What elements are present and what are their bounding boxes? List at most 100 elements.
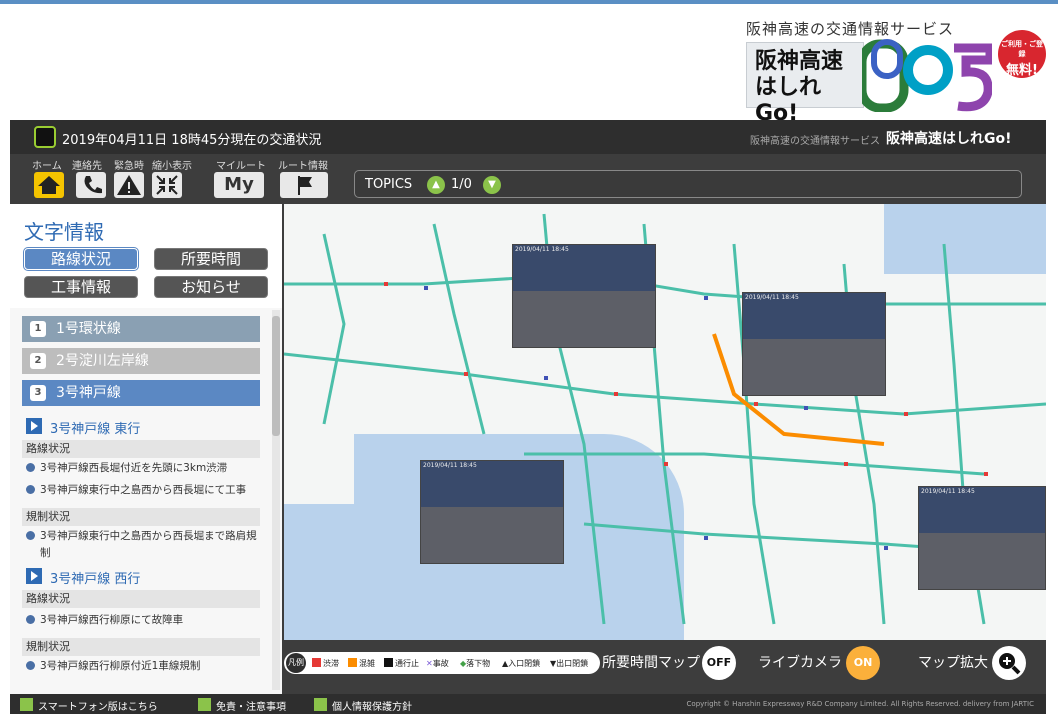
west-reg-item: 3号神戸線西行柳原付近1車線規制 xyxy=(22,658,260,675)
brand-tagline: 阪神高速の交通情報サービス xyxy=(746,20,955,38)
legend-swatch xyxy=(384,658,393,667)
direction-west-label: 3号神戸線 西行 xyxy=(50,572,141,587)
east-reg-item: 3号神戸線東行中之島西から西長堀まで路肩規制 xyxy=(22,528,260,562)
bullet-icon xyxy=(26,463,35,472)
legend-label: 落下物 xyxy=(466,659,491,668)
topics-label: TOPICS xyxy=(365,177,413,192)
legend-item: ▼出口閉鎖 xyxy=(550,658,588,669)
flag-icon xyxy=(298,176,312,195)
home-label: ホーム xyxy=(32,161,62,172)
home-button[interactable] xyxy=(34,172,64,198)
direction-east-heading[interactable]: 3号神戸線 東行 xyxy=(26,418,140,437)
camera-timestamp: 2019/04/11 18:45 xyxy=(921,488,975,495)
topics-up-icon[interactable]: ▲ xyxy=(427,176,445,194)
line-row-3[interactable]: 3 3号神戸線 xyxy=(22,380,260,406)
live-camera-toggle[interactable]: ON xyxy=(846,646,880,680)
camera-road xyxy=(743,338,885,395)
east-status-item: 3号神戸線東行中之島西から西長堀にて工事 xyxy=(22,482,260,499)
east-status-text: 3号神戸線西長堀付近を先頭に3km渋滞 xyxy=(40,462,228,474)
west-reg-title: 規制状況 xyxy=(22,638,260,656)
legend-swatch xyxy=(348,658,357,667)
route-info-button[interactable] xyxy=(280,172,328,198)
scrollbar-thumb[interactable] xyxy=(272,316,280,436)
smartphone-link[interactable]: スマートフォン版はこちら xyxy=(20,698,158,713)
travel-map-state: OFF xyxy=(706,656,732,669)
tab-travel-time[interactable]: 所要時間 xyxy=(154,248,268,270)
line-number-badge: 2 xyxy=(30,353,46,369)
bullet-icon xyxy=(26,531,35,540)
legend-label: 混雑 xyxy=(359,659,375,668)
emergency-label: 緊急時 xyxy=(114,161,144,172)
play-icon xyxy=(26,568,42,584)
reload-clock-icon[interactable] xyxy=(34,126,56,148)
legend-label: 事故 xyxy=(432,659,449,668)
privacy-link[interactable]: 個人情報保護方針 xyxy=(314,698,412,713)
tab-notices[interactable]: お知らせ xyxy=(154,276,268,298)
travel-map-label: 所要時間マップ xyxy=(602,655,700,671)
map-control-bar: 凡例 渋滞 混雑 通行止 ✕事故 ◆落下物 ▲入口閉鎖 ▼出口閉鎖 所要時間マッ… xyxy=(284,640,1046,692)
topics-down-icon[interactable]: ▼ xyxy=(483,176,501,194)
phone-icon xyxy=(84,176,102,194)
arrow-icon xyxy=(20,698,33,711)
live-camera-thumbnail[interactable]: 2019/04/11 18:45 xyxy=(742,292,886,396)
legend-item: 混雑 xyxy=(348,658,375,669)
panel-scrollbar[interactable] xyxy=(272,310,280,690)
east-status-item: 3号神戸線西長堀付近を先頭に3km渋滞 xyxy=(22,460,260,477)
disclaimer-link[interactable]: 免責・注意事項 xyxy=(198,698,286,713)
arrow-icon xyxy=(198,698,211,711)
travel-map-toggle[interactable]: OFF xyxy=(702,646,736,680)
play-icon xyxy=(26,418,42,434)
warning-icon xyxy=(117,175,141,195)
camera-road xyxy=(513,290,655,347)
hero-banner: 阪神高速の交通情報サービス 阪神高速 はしれGo! ご利用・ご登録 無料! xyxy=(0,4,1058,126)
legend-item: 通行止 xyxy=(384,658,419,669)
brand-name-line1: 阪神高速 xyxy=(755,49,844,74)
camera-road xyxy=(919,532,1045,589)
camera-timestamp: 2019/04/11 18:45 xyxy=(745,294,799,301)
copyright: Copyright © Hanshin Expressway R&D Compa… xyxy=(686,700,1034,708)
tab-route-status[interactable]: 路線状況 xyxy=(24,248,138,270)
title-bar: 2019年04月11日 18時45分現在の交通状況 阪神高速の交通情報サービス … xyxy=(10,120,1046,154)
live-camera-thumbnail[interactable]: 2019/04/11 18:45 xyxy=(512,244,656,348)
legend-item: ▲入口閉鎖 xyxy=(502,658,540,669)
brand-logo-block[interactable]: 阪神高速の交通情報サービス 阪神高速 はしれGo! ご利用・ご登録 無料! xyxy=(742,16,1046,126)
service-subtitle: 阪神高速の交通情報サービス xyxy=(750,136,880,147)
line-label: 3号神戸線 xyxy=(56,385,121,401)
zoom-button[interactable] xyxy=(992,646,1026,680)
legend-label: 通行止 xyxy=(395,659,419,668)
direction-west-heading[interactable]: 3号神戸線 西行 xyxy=(26,568,140,587)
line-row-2[interactable]: 2 2号淀川左岸線 xyxy=(22,348,260,374)
line-label: 2号淀川左岸線 xyxy=(56,353,149,369)
legend-label: 出口閉鎖 xyxy=(556,659,589,668)
camera-timestamp: 2019/04/11 18:45 xyxy=(515,246,569,253)
panel-title: 文字情報 xyxy=(24,220,104,244)
east-status-text: 3号神戸線東行中之島西から西長堀にて工事 xyxy=(40,484,247,496)
live-camera-thumbnail[interactable]: 2019/04/11 18:45 xyxy=(420,460,564,564)
shrink-label: 縮小表示 xyxy=(152,161,192,172)
traffic-map[interactable]: 2019/04/11 18:45 2019/04/11 18:45 2019/0… xyxy=(284,204,1046,640)
east-status-title: 路線状況 xyxy=(22,440,260,458)
topics-bar[interactable]: TOPICS ▲ 1/0 ▼ xyxy=(354,170,1022,198)
emergency-button[interactable] xyxy=(114,172,144,198)
tab-construction[interactable]: 工事情報 xyxy=(24,276,138,298)
brand-8405-logo xyxy=(862,39,992,112)
line-row-1[interactable]: 1 1号環状線 xyxy=(22,316,260,342)
privacy-link-text: 個人情報保護方針 xyxy=(332,702,412,713)
legend-item: ✕事故 xyxy=(426,658,449,669)
legend-label: 渋滞 xyxy=(323,659,339,668)
brand-name-box: 阪神高速 はしれGo! xyxy=(746,42,864,126)
line-label: 1号環状線 xyxy=(56,321,121,337)
traffic-app-window: 2019年04月11日 18時45分現在の交通状況 阪神高速の交通情報サービス … xyxy=(10,120,1046,714)
shrink-button[interactable] xyxy=(152,172,182,198)
contact-button[interactable] xyxy=(76,172,106,198)
accident-icon: ✕ xyxy=(426,659,433,668)
camera-timestamp: 2019/04/11 18:45 xyxy=(423,462,477,469)
text-info-panel: 文字情報 路線状況 所要時間 工事情報 お知らせ 1 1号環状線 2 2号淀川左… xyxy=(10,204,282,694)
east-reg-text: 3号神戸線東行中之島西から西長堀まで路肩規制 xyxy=(40,530,257,559)
myroute-button[interactable]: My xyxy=(214,172,264,198)
legend-label: 入口閉鎖 xyxy=(508,659,541,668)
arrow-icon xyxy=(314,698,327,711)
live-camera-thumbnail[interactable]: 2019/04/11 18:45 xyxy=(918,486,1046,590)
legend-item: ◆落下物 xyxy=(460,658,490,669)
current-datetime: 2019年04月11日 18時45分現在の交通状況 xyxy=(62,133,322,148)
